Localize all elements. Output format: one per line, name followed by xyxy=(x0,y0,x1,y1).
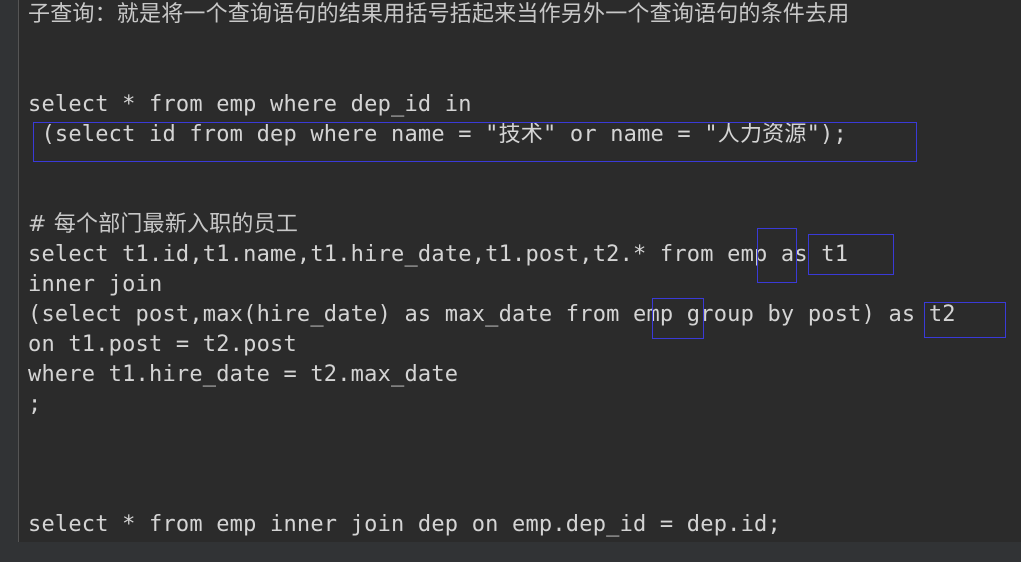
code-line-4: # 每个部门最新入职的员工 xyxy=(28,212,299,237)
code-line-2: select * from emp where dep_id in xyxy=(28,92,472,117)
code-line-9: where t1.hire_date = t2.max_date xyxy=(28,362,459,387)
editor-gutter xyxy=(0,0,19,542)
code-line-8: on t1.post = t2.post xyxy=(28,332,297,357)
code-line-11: select * from emp inner join dep on emp.… xyxy=(28,512,781,537)
code-line-5: select t1.id,t1.name,t1.hire_date,t1.pos… xyxy=(28,242,849,267)
alias-t1-highlight-box xyxy=(808,234,894,275)
alias-t2-highlight-box xyxy=(924,302,1006,338)
subquery-highlight-box xyxy=(33,122,917,162)
editor-bottom-strip xyxy=(0,542,1021,562)
code-line-6: inner join xyxy=(28,272,163,297)
code-line-7: (select post,max(hire_date) as max_date … xyxy=(28,302,956,327)
emp-highlight-box-1 xyxy=(757,228,797,283)
code-line-10: ; xyxy=(28,392,42,417)
code-line-1: 子查询：就是将一个查询语句的结果用括号括起来当作另外一个查询语句的条件去用 xyxy=(28,2,850,27)
emp-highlight-box-2 xyxy=(652,298,704,339)
